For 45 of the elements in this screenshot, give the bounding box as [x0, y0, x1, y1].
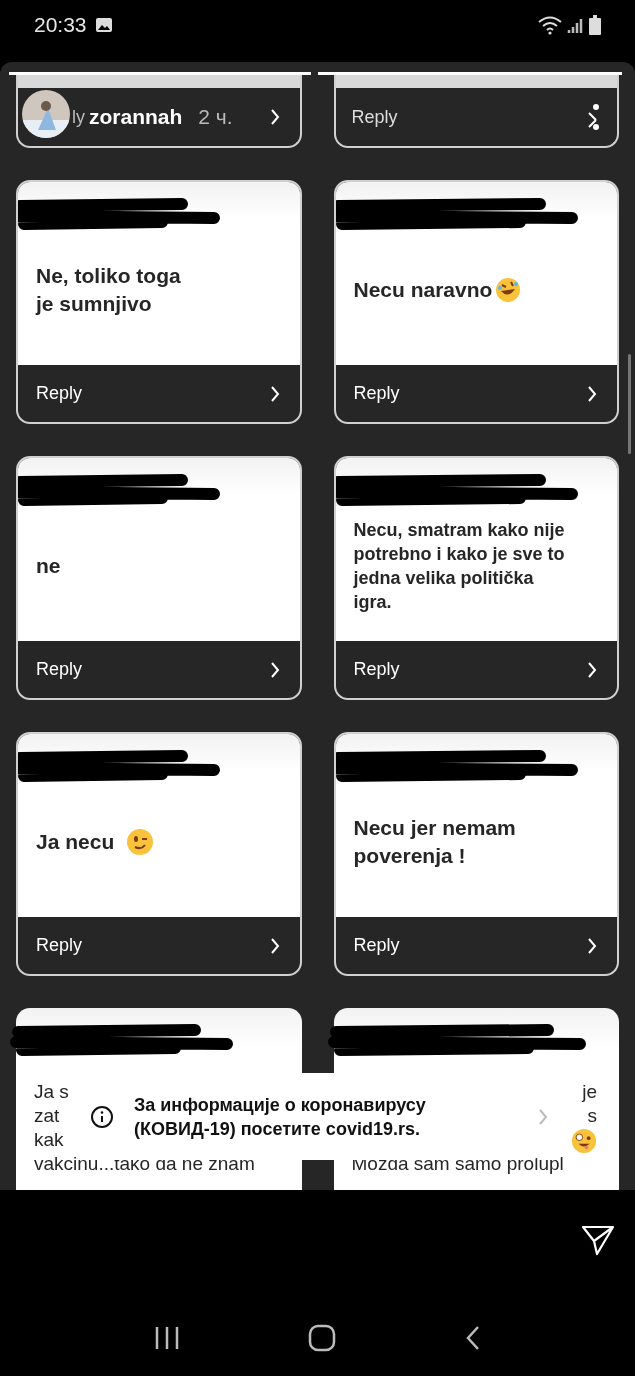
chevron-right-icon	[538, 1108, 548, 1125]
home-icon[interactable]	[308, 1324, 337, 1352]
message-text: ne	[36, 552, 61, 579]
chevron-right-icon	[587, 661, 597, 678]
message-text: Necu naravno	[353, 275, 523, 304]
chevron-right-icon	[269, 385, 280, 402]
zany-emoji-icon	[571, 1128, 597, 1154]
reply-button[interactable]: Reply	[18, 641, 300, 698]
username: zorannah	[89, 104, 183, 131]
reply-label[interactable]: Reply	[351, 103, 398, 131]
battery-icon	[589, 15, 601, 35]
reply-button[interactable]: Reply	[335, 365, 617, 422]
send-icon[interactable]	[581, 1224, 615, 1256]
wifi-icon	[537, 15, 563, 35]
message-text: Ja necu	[36, 827, 155, 856]
info-icon	[90, 1104, 114, 1129]
chevron-right-icon	[269, 937, 280, 954]
laughing-emoji-icon	[494, 275, 523, 304]
message-text: zat	[34, 1104, 60, 1128]
image-icon	[94, 17, 113, 33]
recent-apps-icon[interactable]	[154, 1326, 181, 1350]
reply-label-fragment: ly	[72, 105, 85, 129]
more-icon	[587, 103, 601, 131]
message-text: Ja s	[34, 1080, 69, 1104]
chevron-right-icon	[587, 937, 597, 954]
chevron-right-icon	[269, 109, 280, 125]
message-text: kak	[34, 1128, 64, 1152]
winking-emoji-icon	[126, 827, 155, 856]
message-text: Necu, smatram kako nije potrebno i kako je sve to jedna velika politička igra.	[353, 518, 565, 614]
chevron-right-icon	[587, 385, 597, 402]
toast-text: За информације о коронавирусу (КОВИД-19) посетите covid19.rs.	[134, 1093, 427, 1141]
clock-time: 20:33	[34, 12, 87, 39]
avatar	[22, 90, 70, 138]
reply-button[interactable]: Reply	[335, 917, 617, 974]
message-text: s	[587, 1104, 597, 1128]
message-text: Ne, toliko toga je sumnjivo	[36, 262, 181, 317]
story-age: 2 ч.	[198, 104, 233, 131]
reply-button[interactable]: Reply	[18, 917, 300, 974]
signal-icon	[567, 16, 585, 34]
reply-button[interactable]: Reply	[335, 641, 617, 698]
reply-button[interactable]: Reply	[18, 365, 300, 422]
message-text: je	[582, 1080, 597, 1104]
chevron-right-icon	[269, 661, 280, 678]
back-icon[interactable]	[464, 1325, 481, 1351]
message-text: Necu jer nemam poverenja !	[353, 814, 516, 869]
